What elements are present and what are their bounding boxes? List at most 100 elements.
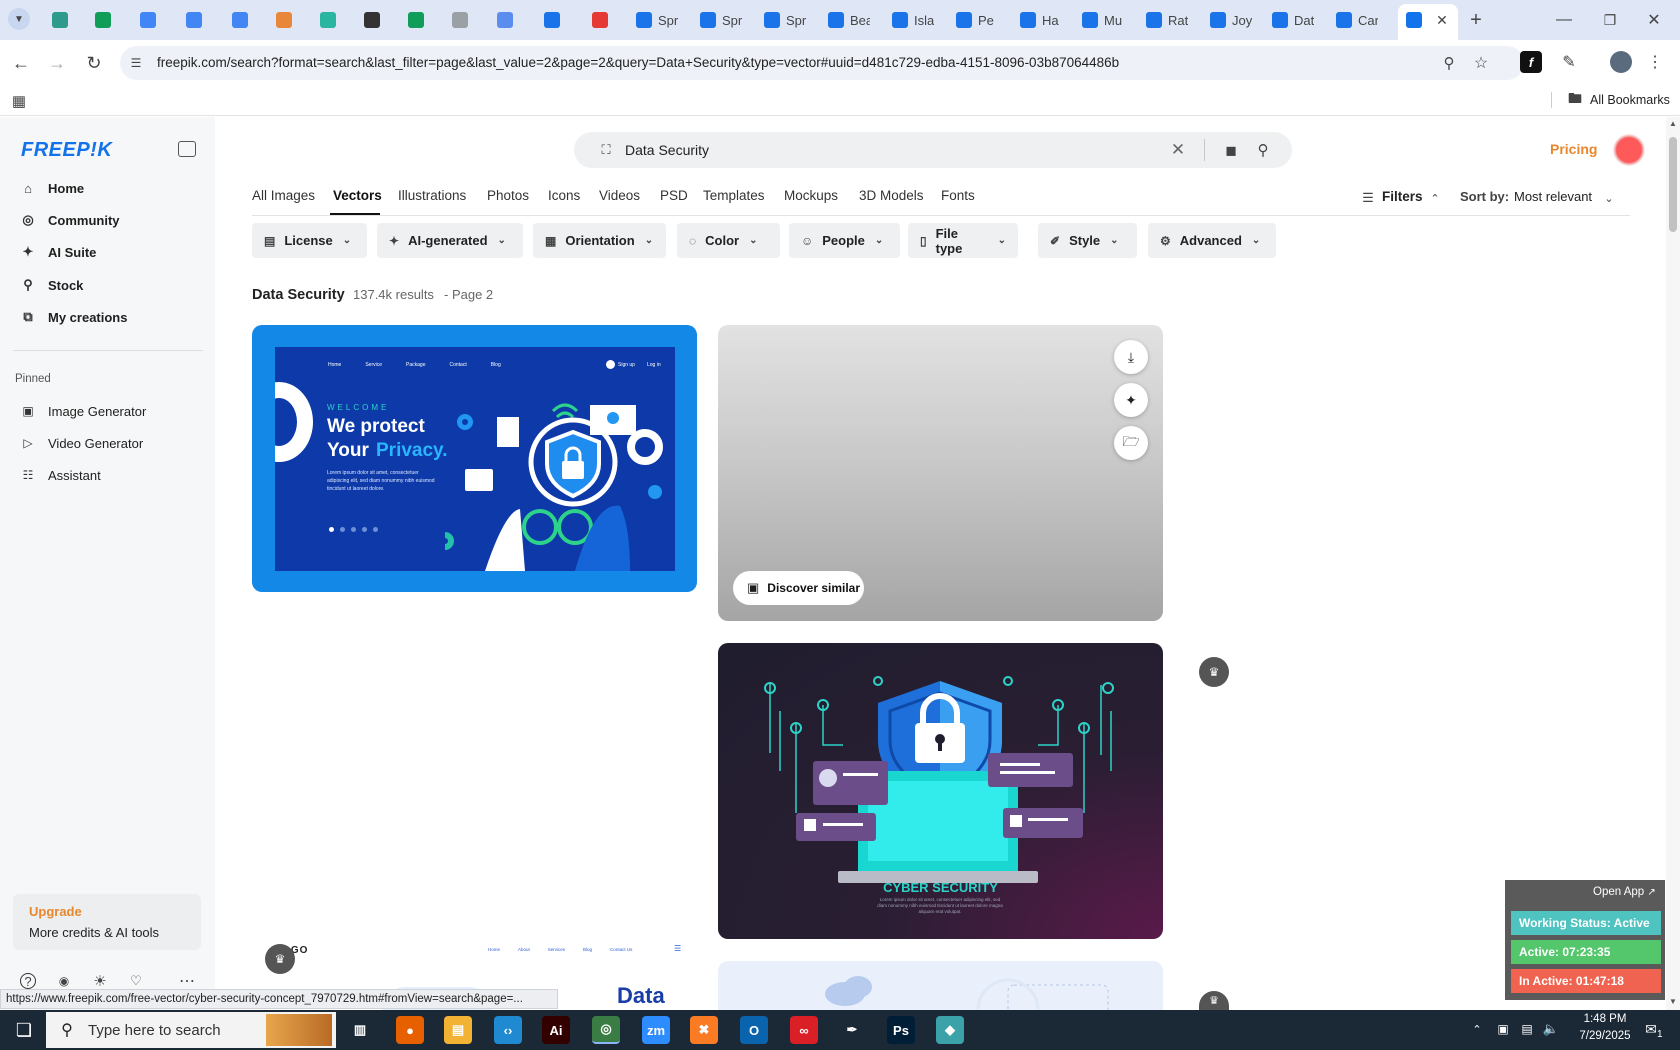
search-bar[interactable]: ⛶ Data Security ✕ ◼ ⚲ <box>574 132 1292 168</box>
minimize-icon[interactable]: — <box>1552 8 1576 32</box>
restore-icon[interactable]: ❐ <box>1598 8 1622 32</box>
filters-toggle[interactable]: Filters <box>1382 189 1423 204</box>
save-to-collection-button[interactable]: 🗁 <box>1114 426 1148 460</box>
tab-templates[interactable]: Templates <box>703 188 765 203</box>
theme-sun-icon[interactable]: ☀ <box>92 973 108 990</box>
search-input[interactable]: Data Security <box>625 142 709 158</box>
tab-photos[interactable]: Photos <box>487 188 529 203</box>
browser-tab[interactable] <box>320 6 362 34</box>
profile-avatar-icon[interactable] <box>1610 51 1632 73</box>
taskbar-search-box[interactable]: ⚲ Type here to search <box>46 1012 336 1048</box>
filter-advanced[interactable]: ⚙ Advanced ⌄ <box>1148 223 1276 258</box>
sidebar-item-ai-suite[interactable]: ✦ AI Suite <box>20 244 97 260</box>
browser-tab[interactable] <box>140 6 182 34</box>
new-tab-button[interactable]: + <box>1464 8 1488 32</box>
browser-tab[interactable] <box>592 6 634 34</box>
notifications-bell-icon[interactable]: ♡ <box>128 973 144 989</box>
windows-start-icon[interactable]: ❏ <box>14 1020 34 1040</box>
filters-sliders-icon[interactable]: ☰ <box>1360 190 1376 206</box>
reload-icon[interactable]: ↻ <box>83 52 105 74</box>
tab-videos[interactable]: Videos <box>599 188 640 203</box>
upgrade-card[interactable]: Upgrade More credits & AI tools <box>13 894 201 950</box>
clock-time[interactable]: 1:48 PM <box>1575 1013 1635 1025</box>
filter-ai-generated[interactable]: ✦ AI-generated ⌄ <box>377 223 523 258</box>
freepik-logo[interactable]: FREEP!K <box>21 139 112 162</box>
tray-display-icon[interactable]: ▣ <box>1494 1020 1512 1038</box>
close-window-icon[interactable]: ✕ <box>1642 8 1666 32</box>
chevron-up-icon[interactable]: ⌃ <box>1428 190 1442 206</box>
site-info-icon[interactable]: ☰ <box>128 55 144 71</box>
browser-tab[interactable]: Pe <box>956 6 998 34</box>
browser-tab[interactable]: Spr <box>700 6 742 34</box>
ai-edit-button[interactable]: ✦ <box>1114 383 1148 417</box>
outlook-icon[interactable]: O <box>740 1016 768 1044</box>
tab-all-images[interactable]: All Images <box>252 188 315 203</box>
browser-tab[interactable]: Spr <box>636 6 678 34</box>
firefox-icon[interactable]: ● <box>396 1016 424 1044</box>
browser-tab[interactable]: Mu <box>1082 6 1124 34</box>
browser-tab[interactable]: Car <box>1336 6 1378 34</box>
chrome-icon[interactable]: ◎ <box>592 1016 620 1044</box>
address-bar[interactable]: ☰ freepik.com/search?format=search&last_… <box>120 46 1524 80</box>
tab-mockups[interactable]: Mockups <box>784 188 838 203</box>
scroll-down-arrow[interactable]: ▼ <box>1669 997 1677 1006</box>
pinned-item-image-generator[interactable]: ▣ Image Generator <box>20 403 146 419</box>
scroll-thumb[interactable] <box>1669 137 1677 232</box>
user-avatar[interactable] <box>1613 134 1645 166</box>
filter-license[interactable]: ▤ License ⌄ <box>252 223 367 258</box>
extensions-puzzle-icon[interactable]: ✎ <box>1558 51 1580 73</box>
browser-tab[interactable] <box>186 6 228 34</box>
sidebar-item-home[interactable]: ⌂ Home <box>20 180 84 196</box>
sidebar-item-stock[interactable]: ⚲ Stock <box>20 277 83 293</box>
pricing-link[interactable]: Pricing <box>1550 141 1597 157</box>
pinned-item-video-generator[interactable]: ▷ Video Generator <box>20 435 143 451</box>
sort-select[interactable]: Most relevant <box>1514 189 1592 204</box>
taskbar-search-placeholder[interactable]: Type here to search <box>88 1022 221 1039</box>
download-button[interactable]: ⤓ <box>1114 340 1148 374</box>
browser-tab[interactable]: Joy <box>1210 6 1252 34</box>
browser-tab[interactable] <box>497 6 539 34</box>
photoshop-icon[interactable]: Ps <box>887 1016 915 1044</box>
tab-icons[interactable]: Icons <box>548 188 580 203</box>
sort-chevron-down-icon[interactable]: ⌄ <box>1602 190 1616 206</box>
task-view-icon[interactable]: ▥ <box>346 1016 374 1044</box>
browser-tab[interactable]: Bea <box>828 6 870 34</box>
forward-icon[interactable]: → <box>46 52 68 74</box>
file-explorer-icon[interactable]: ▤ <box>444 1016 472 1044</box>
close-tab-icon[interactable]: ✕ <box>1434 12 1450 28</box>
filter-people[interactable]: ☺ People ⌄ <box>789 223 900 258</box>
tab-psd[interactable]: PSD <box>660 188 688 203</box>
creative-cloud-icon[interactable]: ∞ <box>790 1016 818 1044</box>
scroll-up-arrow[interactable]: ▲ <box>1669 119 1677 128</box>
filter-color[interactable]: ◌ Color ⌄ <box>677 223 780 258</box>
illustrator-icon[interactable]: Ai <box>542 1016 570 1044</box>
url-text[interactable]: freepik.com/search?format=search&last_fi… <box>157 55 1119 70</box>
vscode-icon[interactable]: ‹› <box>494 1016 522 1044</box>
zoom-icon[interactable]: ⚲ <box>1440 54 1458 72</box>
pen-tool-icon[interactable]: ✒ <box>838 1016 866 1044</box>
browser-tab[interactable]: Isla <box>892 6 934 34</box>
browser-tab[interactable] <box>52 6 94 34</box>
discover-similar-button[interactable]: ▣ Discover similar <box>733 571 864 605</box>
app-diamond-icon[interactable]: ◆ <box>936 1016 964 1044</box>
zoom-icon[interactable]: zm <box>642 1016 670 1044</box>
clock-date[interactable]: 7/29/2025 <box>1567 1030 1643 1042</box>
tray-chevron-up-icon[interactable]: ⌃ <box>1468 1020 1486 1038</box>
back-icon[interactable]: ← <box>10 52 32 74</box>
tab-search-button[interactable]: ▼ <box>8 8 30 30</box>
camera-icon[interactable]: ◼ <box>1222 141 1240 159</box>
browser-tab[interactable]: Dat <box>1272 6 1314 34</box>
search-icon[interactable]: ⚲ <box>1254 141 1272 159</box>
ai-search-icon[interactable]: ⛶ <box>598 142 614 158</box>
xampp-icon[interactable]: ✖ <box>690 1016 718 1044</box>
sidebar-item-my-creations[interactable]: ⧉ My creations <box>20 309 127 325</box>
browser-tab[interactable] <box>276 6 318 34</box>
tab-fonts[interactable]: Fonts <box>941 188 975 203</box>
browser-tab[interactable] <box>364 6 406 34</box>
more-options-icon[interactable]: ⋯ <box>178 973 196 990</box>
tab-illustrations[interactable]: Illustrations <box>398 188 466 203</box>
tab-vectors[interactable]: Vectors <box>333 188 382 203</box>
browser-tab[interactable]: Ha <box>1020 6 1062 34</box>
browser-tab[interactable]: Spr <box>764 6 806 34</box>
open-app-link[interactable]: Open App ↗ <box>1593 886 1656 898</box>
